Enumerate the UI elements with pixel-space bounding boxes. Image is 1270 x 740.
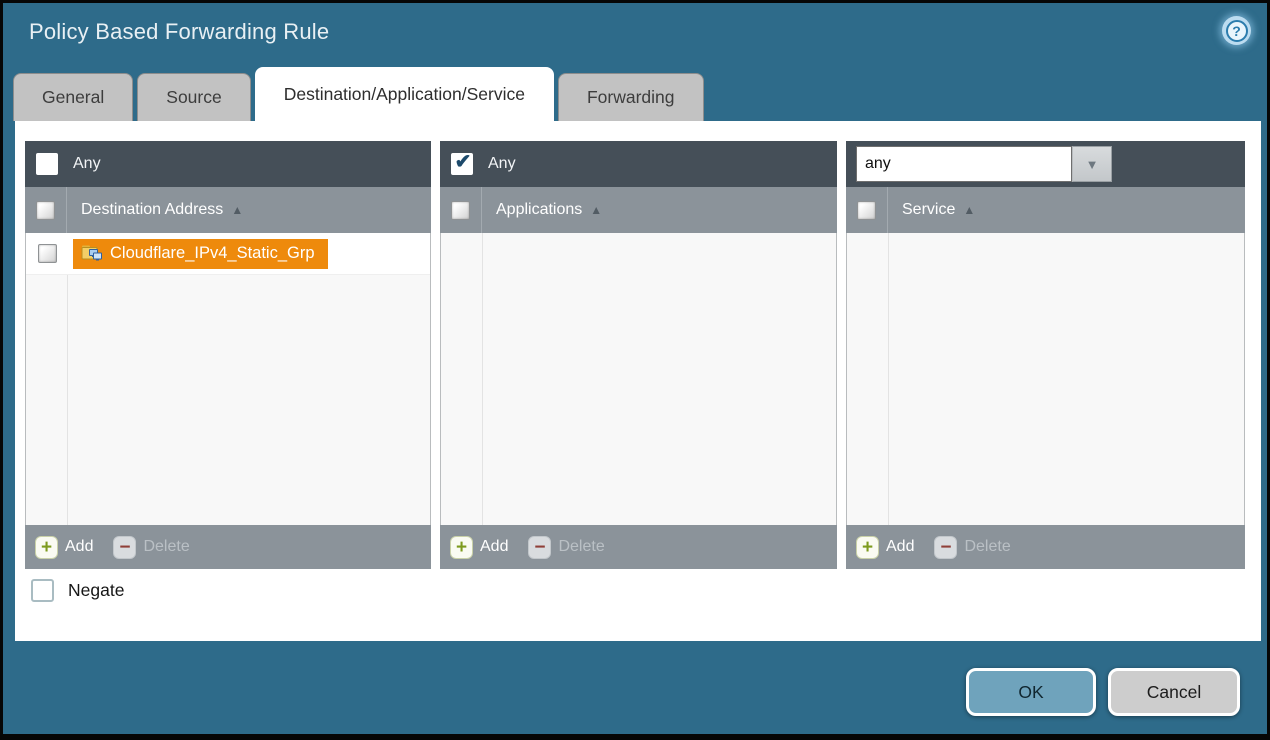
- applications-column-header[interactable]: Applications: [496, 201, 582, 219]
- applications-toolbar: + Add − Delete: [440, 525, 837, 569]
- add-button-label: Add: [480, 538, 508, 556]
- tab-content-panel: Any Destination Address ▲: [15, 121, 1261, 641]
- applications-column: ✔ Any Applications ▲ + Add −: [440, 141, 837, 569]
- service-header-row: Service ▲: [846, 187, 1245, 233]
- list-item[interactable]: Cloudflare_IPv4_Static_Grp: [26, 233, 430, 275]
- cancel-button[interactable]: Cancel: [1108, 668, 1240, 716]
- destination-add-button[interactable]: + Add: [35, 536, 93, 559]
- help-icon: ?: [1226, 20, 1248, 42]
- destination-selectall-checkbox[interactable]: [36, 201, 55, 220]
- service-add-button[interactable]: + Add: [856, 536, 914, 559]
- add-button-label: Add: [886, 538, 914, 556]
- address-group-name: Cloudflare_IPv4_Static_Grp: [110, 244, 315, 263]
- sort-asc-icon[interactable]: ▲: [590, 203, 602, 217]
- add-icon: +: [450, 536, 473, 559]
- item-checkbox[interactable]: [38, 244, 57, 263]
- sort-asc-icon[interactable]: ▲: [231, 203, 243, 217]
- delete-button-label: Delete: [558, 538, 604, 556]
- help-button[interactable]: ?: [1222, 16, 1251, 45]
- negate-label: Negate: [68, 580, 124, 601]
- address-group-entry[interactable]: Cloudflare_IPv4_Static_Grp: [73, 239, 328, 269]
- service-dropdown-bar: ▼: [846, 141, 1245, 187]
- service-delete-button[interactable]: − Delete: [934, 536, 1010, 559]
- tab-general[interactable]: General: [13, 73, 133, 121]
- destination-any-bar: Any: [25, 141, 431, 187]
- destination-any-label: Any: [73, 155, 101, 173]
- policy-forwarding-dialog: Policy Based Forwarding Rule ? General S…: [0, 0, 1270, 740]
- item-checkbox-cell: [26, 233, 68, 274]
- address-group-icon: [81, 244, 102, 262]
- destination-toolbar: + Add − Delete: [25, 525, 431, 569]
- delete-button-label: Delete: [143, 538, 189, 556]
- service-column-header[interactable]: Service: [902, 201, 955, 219]
- service-selectall-cell: [846, 187, 888, 233]
- dialog-title: Policy Based Forwarding Rule: [29, 19, 329, 45]
- service-list: [846, 233, 1245, 525]
- applications-selectall-checkbox[interactable]: [451, 201, 470, 220]
- delete-icon: −: [934, 536, 957, 559]
- service-mode-dropdown: ▼: [856, 146, 1112, 182]
- delete-icon: −: [528, 536, 551, 559]
- checkmark-icon: ✔: [455, 152, 472, 172]
- negate-checkbox[interactable]: [31, 579, 54, 602]
- applications-selectall-cell: [440, 187, 482, 233]
- service-column: ▼ Service ▲ + Add − Delete: [846, 141, 1245, 569]
- applications-add-button[interactable]: + Add: [450, 536, 508, 559]
- applications-list: [440, 233, 837, 525]
- sort-asc-icon[interactable]: ▲: [963, 203, 975, 217]
- destination-header-row: Destination Address ▲: [25, 187, 431, 233]
- destination-column: Any Destination Address ▲: [25, 141, 431, 569]
- destination-column-header[interactable]: Destination Address: [81, 201, 223, 219]
- tab-destination-application-service[interactable]: Destination/Application/Service: [255, 67, 554, 121]
- negate-control: Negate: [31, 579, 124, 602]
- applications-any-checkbox[interactable]: ✔: [451, 153, 473, 175]
- column-divider: [67, 233, 68, 525]
- tab-forwarding[interactable]: Forwarding: [558, 73, 704, 121]
- add-button-label: Add: [65, 538, 93, 556]
- tab-source[interactable]: Source: [137, 73, 250, 121]
- service-selectall-checkbox[interactable]: [857, 201, 876, 220]
- delete-button-label: Delete: [964, 538, 1010, 556]
- applications-header-row: Applications ▲: [440, 187, 837, 233]
- ok-button[interactable]: OK: [966, 668, 1096, 716]
- destination-selectall-cell: [25, 187, 67, 233]
- service-mode-input[interactable]: [856, 146, 1072, 182]
- service-toolbar: + Add − Delete: [846, 525, 1245, 569]
- destination-any-checkbox[interactable]: [36, 153, 58, 175]
- delete-icon: −: [113, 536, 136, 559]
- applications-any-bar: ✔ Any: [440, 141, 837, 187]
- add-icon: +: [35, 536, 58, 559]
- tab-bar: General Source Destination/Application/S…: [13, 67, 704, 121]
- applications-delete-button[interactable]: − Delete: [528, 536, 604, 559]
- chevron-down-icon[interactable]: ▼: [1072, 146, 1112, 182]
- add-icon: +: [856, 536, 879, 559]
- column-divider: [482, 233, 483, 525]
- column-divider: [888, 233, 889, 525]
- applications-any-label: Any: [488, 155, 516, 173]
- destination-list: Cloudflare_IPv4_Static_Grp: [25, 233, 431, 525]
- destination-delete-button[interactable]: − Delete: [113, 536, 189, 559]
